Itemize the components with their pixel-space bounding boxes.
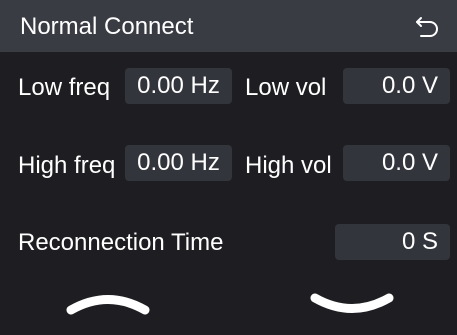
low-vol-field[interactable]: 0.0 V xyxy=(343,68,450,104)
scroll-up-button[interactable] xyxy=(63,284,153,324)
reconnection-time-label: Reconnection Time xyxy=(18,229,224,256)
reconnection-time-field[interactable]: 0 S xyxy=(335,224,450,260)
page-title: Normal Connect xyxy=(20,13,194,40)
high-vol-label: High vol xyxy=(245,152,332,179)
low-freq-label: Low freq xyxy=(18,74,111,101)
high-vol-field[interactable]: 0.0 V xyxy=(343,145,450,181)
back-return-icon[interactable] xyxy=(415,14,441,38)
scroll-down-button[interactable] xyxy=(307,284,397,324)
high-freq-field[interactable]: 0.00 Hz xyxy=(125,145,232,181)
high-freq-label: High freq xyxy=(18,152,116,179)
chevron-up-icon xyxy=(66,295,150,315)
low-vol-label: Low vol xyxy=(245,74,327,101)
title-bar: Normal Connect xyxy=(0,0,457,52)
chevron-down-icon xyxy=(310,293,394,313)
low-freq-field[interactable]: 0.00 Hz xyxy=(125,68,232,104)
